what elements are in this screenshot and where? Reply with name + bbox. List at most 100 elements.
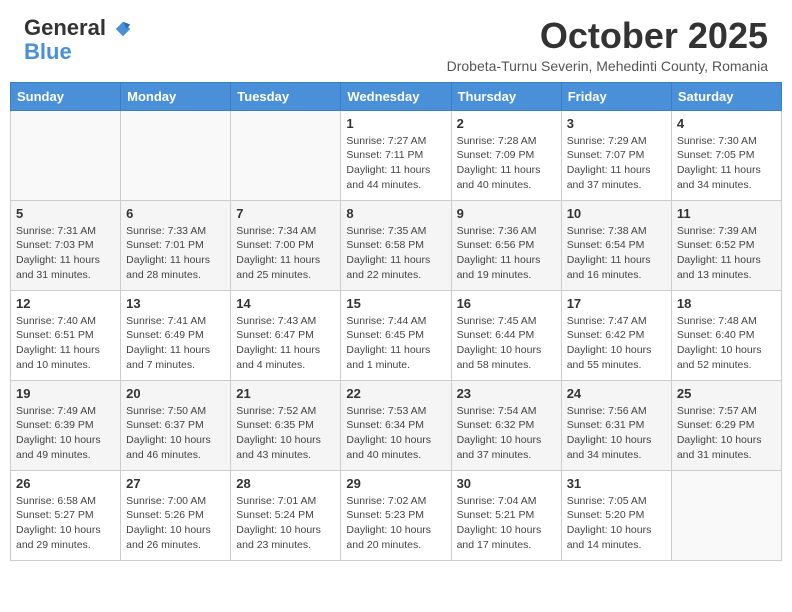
day-number: 10 — [567, 206, 666, 221]
day-number: 29 — [346, 476, 445, 491]
day-info: Sunrise: 7:53 AM Sunset: 6:34 PM Dayligh… — [346, 404, 445, 463]
calendar-cell: 10Sunrise: 7:38 AM Sunset: 6:54 PM Dayli… — [561, 200, 671, 290]
calendar-cell: 15 Sunrise: 7:44 AM Sunset: 6:45 PM Dayli… — [341, 290, 451, 380]
day-header-friday: Friday — [561, 82, 671, 110]
calendar-cell: 6 Sunrise: 7:33 AM Sunset: 7:01 PM Daylig… — [121, 200, 231, 290]
day-info: Sunrise: 7:05 AM Sunset: 5:20 PM Dayligh… — [567, 494, 666, 553]
calendar-cell: 19 Sunrise: 7:49 AM Sunset: 6:39 PM Dayli… — [11, 380, 121, 470]
calendar-cell: 31Sunrise: 7:05 AM Sunset: 5:20 PM Dayli… — [561, 470, 671, 560]
day-number: 12 — [16, 296, 115, 311]
day-number: 2 — [457, 116, 556, 131]
day-info: Sunrise: 7:04 AM Sunset: 5:21 PM Dayligh… — [457, 494, 556, 553]
day-number: 22 — [346, 386, 445, 401]
day-number: 30 — [457, 476, 556, 491]
logo-blue: Blue — [24, 39, 72, 64]
day-info: Sunrise: 7:35 AM Sunset: 6:58 PM Dayligh… — [346, 224, 445, 283]
calendar-cell: 30 Sunrise: 7:04 AM Sunset: 5:21 PM Dayli… — [451, 470, 561, 560]
page-header: General Blue October 2025 Drobeta-Turnu … — [0, 0, 792, 82]
day-info: Sunrise: 7:44 AM Sunset: 6:45 PM Dayligh… — [346, 314, 445, 373]
month-title: October 2025 — [447, 16, 768, 56]
day-info: Sunrise: 7:33 AM Sunset: 7:01 PM Dayligh… — [126, 224, 225, 283]
calendar-cell — [121, 110, 231, 200]
logo-general: General — [24, 15, 106, 40]
day-number: 11 — [677, 206, 776, 221]
day-number: 6 — [126, 206, 225, 221]
day-info: Sunrise: 7:39 AM Sunset: 6:52 PM Dayligh… — [677, 224, 776, 283]
day-number: 7 — [236, 206, 335, 221]
day-number: 5 — [16, 206, 115, 221]
calendar-cell: 7 Sunrise: 7:34 AM Sunset: 7:00 PM Daylig… — [231, 200, 341, 290]
calendar-cell: 4 Sunrise: 7:30 AM Sunset: 7:05 PM Daylig… — [671, 110, 781, 200]
calendar-cell: 16Sunrise: 7:45 AM Sunset: 6:44 PM Dayli… — [451, 290, 561, 380]
day-info: Sunrise: 7:02 AM Sunset: 5:23 PM Dayligh… — [346, 494, 445, 553]
calendar-cell: 12 Sunrise: 7:40 AM Sunset: 6:51 PM Dayli… — [11, 290, 121, 380]
day-info: Sunrise: 7:43 AM Sunset: 6:47 PM Dayligh… — [236, 314, 335, 373]
calendar-cell: 18Sunrise: 7:48 AM Sunset: 6:40 PM Dayli… — [671, 290, 781, 380]
day-info: Sunrise: 7:01 AM Sunset: 5:24 PM Dayligh… — [236, 494, 335, 553]
calendar-cell: 5 Sunrise: 7:31 AM Sunset: 7:03 PM Daylig… — [11, 200, 121, 290]
calendar-cell: 8 Sunrise: 7:35 AM Sunset: 6:58 PM Daylig… — [341, 200, 451, 290]
calendar-cell: 28 Sunrise: 7:01 AM Sunset: 5:24 PM Dayli… — [231, 470, 341, 560]
day-info: Sunrise: 7:57 AM Sunset: 6:29 PM Dayligh… — [677, 404, 776, 463]
calendar-cell: 11 Sunrise: 7:39 AM Sunset: 6:52 PM Dayli… — [671, 200, 781, 290]
day-info: Sunrise: 7:49 AM Sunset: 6:39 PM Dayligh… — [16, 404, 115, 463]
day-info: Sunrise: 7:27 AM Sunset: 7:11 PM Dayligh… — [346, 134, 445, 193]
calendar-cell: 26 Sunrise: 6:58 AM Sunset: 5:27 PM Dayli… — [11, 470, 121, 560]
calendar: SundayMondayTuesdayWednesdayThursdayFrid… — [0, 82, 792, 571]
calendar-cell: 3Sunrise: 7:29 AM Sunset: 7:07 PM Daylig… — [561, 110, 671, 200]
day-info: Sunrise: 7:36 AM Sunset: 6:56 PM Dayligh… — [457, 224, 556, 283]
calendar-cell: 17Sunrise: 7:47 AM Sunset: 6:42 PM Dayli… — [561, 290, 671, 380]
day-header-sunday: Sunday — [11, 82, 121, 110]
day-info: Sunrise: 7:30 AM Sunset: 7:05 PM Dayligh… — [677, 134, 776, 193]
calendar-cell: 14 Sunrise: 7:43 AM Sunset: 6:47 PM Dayli… — [231, 290, 341, 380]
calendar-cell: 24Sunrise: 7:56 AM Sunset: 6:31 PM Dayli… — [561, 380, 671, 470]
logo-icon — [114, 20, 132, 38]
location-title: Drobeta-Turnu Severin, Mehedinti County,… — [447, 58, 768, 74]
day-info: Sunrise: 7:56 AM Sunset: 6:31 PM Dayligh… — [567, 404, 666, 463]
days-header-row: SundayMondayTuesdayWednesdayThursdayFrid… — [11, 82, 782, 110]
calendar-cell: 9Sunrise: 7:36 AM Sunset: 6:56 PM Daylig… — [451, 200, 561, 290]
day-number: 26 — [16, 476, 115, 491]
day-header-saturday: Saturday — [671, 82, 781, 110]
day-info: Sunrise: 7:48 AM Sunset: 6:40 PM Dayligh… — [677, 314, 776, 373]
calendar-cell: 2 Sunrise: 7:28 AM Sunset: 7:09 PM Daylig… — [451, 110, 561, 200]
day-number: 13 — [126, 296, 225, 311]
calendar-cell: 29 Sunrise: 7:02 AM Sunset: 5:23 PM Dayli… — [341, 470, 451, 560]
day-number: 4 — [677, 116, 776, 131]
week-row-1: 1 Sunrise: 7:27 AM Sunset: 7:11 PM Daylig… — [11, 110, 782, 200]
day-info: Sunrise: 7:50 AM Sunset: 6:37 PM Dayligh… — [126, 404, 225, 463]
day-info: Sunrise: 7:40 AM Sunset: 6:51 PM Dayligh… — [16, 314, 115, 373]
day-number: 28 — [236, 476, 335, 491]
day-info: Sunrise: 7:41 AM Sunset: 6:49 PM Dayligh… — [126, 314, 225, 373]
day-number: 1 — [346, 116, 445, 131]
week-row-5: 26 Sunrise: 6:58 AM Sunset: 5:27 PM Dayli… — [11, 470, 782, 560]
week-row-3: 12 Sunrise: 7:40 AM Sunset: 6:51 PM Dayli… — [11, 290, 782, 380]
calendar-cell: 23Sunrise: 7:54 AM Sunset: 6:32 PM Dayli… — [451, 380, 561, 470]
day-header-thursday: Thursday — [451, 82, 561, 110]
calendar-cell: 27Sunrise: 7:00 AM Sunset: 5:26 PM Dayli… — [121, 470, 231, 560]
day-header-wednesday: Wednesday — [341, 82, 451, 110]
day-number: 16 — [457, 296, 556, 311]
day-info: Sunrise: 7:31 AM Sunset: 7:03 PM Dayligh… — [16, 224, 115, 283]
calendar-cell — [11, 110, 121, 200]
day-info: Sunrise: 6:58 AM Sunset: 5:27 PM Dayligh… — [16, 494, 115, 553]
day-info: Sunrise: 7:00 AM Sunset: 5:26 PM Dayligh… — [126, 494, 225, 553]
title-area: October 2025 Drobeta-Turnu Severin, Mehe… — [447, 16, 768, 74]
day-number: 20 — [126, 386, 225, 401]
day-number: 19 — [16, 386, 115, 401]
calendar-cell — [671, 470, 781, 560]
day-number: 25 — [677, 386, 776, 401]
day-header-tuesday: Tuesday — [231, 82, 341, 110]
day-number: 8 — [346, 206, 445, 221]
day-info: Sunrise: 7:54 AM Sunset: 6:32 PM Dayligh… — [457, 404, 556, 463]
day-number: 14 — [236, 296, 335, 311]
week-row-2: 5 Sunrise: 7:31 AM Sunset: 7:03 PM Daylig… — [11, 200, 782, 290]
day-number: 17 — [567, 296, 666, 311]
calendar-cell: 21Sunrise: 7:52 AM Sunset: 6:35 PM Dayli… — [231, 380, 341, 470]
day-number: 3 — [567, 116, 666, 131]
day-number: 15 — [346, 296, 445, 311]
week-row-4: 19 Sunrise: 7:49 AM Sunset: 6:39 PM Dayli… — [11, 380, 782, 470]
day-info: Sunrise: 7:34 AM Sunset: 7:00 PM Dayligh… — [236, 224, 335, 283]
day-info: Sunrise: 7:28 AM Sunset: 7:09 PM Dayligh… — [457, 134, 556, 193]
day-info: Sunrise: 7:52 AM Sunset: 6:35 PM Dayligh… — [236, 404, 335, 463]
